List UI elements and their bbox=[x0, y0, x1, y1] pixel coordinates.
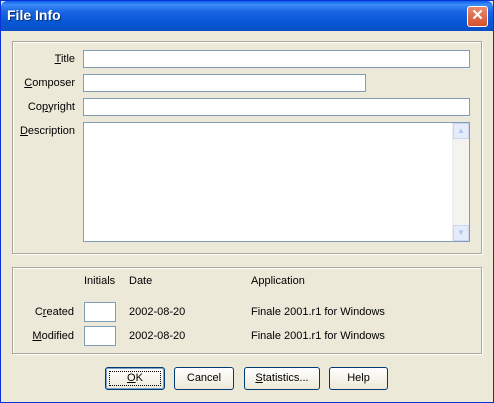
modified-label-post: odified bbox=[41, 330, 74, 342]
initials-header: Initials bbox=[84, 275, 116, 287]
title-bar[interactable]: File Info ✕ bbox=[1, 1, 493, 31]
title-label-post: itle bbox=[60, 53, 75, 65]
statistics-button-mnemonic: S bbox=[255, 372, 263, 384]
created-label-post: eated bbox=[46, 306, 74, 318]
created-application: Finale 2001.r1 for Windows bbox=[251, 306, 385, 318]
focus-rectangle bbox=[109, 371, 161, 386]
created-date: 2002-08-20 bbox=[129, 306, 186, 318]
cancel-button[interactable]: Cancel bbox=[174, 367, 234, 390]
window-title: File Info bbox=[7, 7, 61, 23]
composer-label-post: omposer bbox=[32, 77, 75, 89]
modified-label: Modified bbox=[32, 330, 74, 342]
cancel-button-label: Cancel bbox=[186, 372, 222, 384]
composer-label: Composer bbox=[24, 77, 75, 89]
help-button[interactable]: Help bbox=[329, 367, 388, 390]
close-icon[interactable]: ✕ bbox=[467, 6, 488, 27]
copyright-label: Copyright bbox=[28, 101, 75, 113]
composer-label-mnemonic: C bbox=[24, 77, 33, 89]
description-scrollbar[interactable]: ▲ ▼ bbox=[452, 123, 469, 241]
created-label: Created bbox=[35, 306, 74, 318]
statistics-button-post: tatistics... bbox=[262, 372, 309, 384]
created-label-pre: C bbox=[34, 306, 43, 318]
ok-button[interactable]: OK bbox=[105, 367, 165, 390]
application-header: Application bbox=[251, 275, 305, 287]
description-label-post: escription bbox=[27, 125, 75, 137]
scroll-down-arrow-icon[interactable]: ▼ bbox=[453, 225, 469, 241]
statistics-button[interactable]: Statistics... bbox=[244, 367, 320, 390]
modified-date: 2002-08-20 bbox=[129, 330, 186, 342]
modified-label-mnemonic: M bbox=[32, 330, 42, 342]
scroll-up-arrow-icon[interactable]: ▲ bbox=[453, 123, 469, 139]
created-initials-field[interactable] bbox=[84, 302, 116, 322]
help-button-label: Help bbox=[347, 372, 370, 384]
copyright-label-pre: Co bbox=[27, 101, 42, 113]
description-label: Description bbox=[20, 125, 75, 137]
modified-application: Finale 2001.r1 for Windows bbox=[251, 330, 385, 342]
description-label-mnemonic: D bbox=[19, 125, 28, 137]
copyright-field[interactable] bbox=[83, 98, 470, 116]
date-header: Date bbox=[129, 275, 153, 287]
composer-field[interactable] bbox=[83, 74, 366, 92]
history-group bbox=[12, 267, 482, 354]
copyright-label-post: yright bbox=[48, 101, 75, 113]
title-field[interactable] bbox=[83, 50, 470, 68]
title-label: Title bbox=[55, 53, 75, 65]
modified-initials-field[interactable] bbox=[84, 326, 116, 346]
description-field[interactable]: ▲ ▼ bbox=[83, 122, 470, 242]
file-info-dialog: File Info ✕ Title Composer Copyright Des… bbox=[0, 0, 494, 403]
